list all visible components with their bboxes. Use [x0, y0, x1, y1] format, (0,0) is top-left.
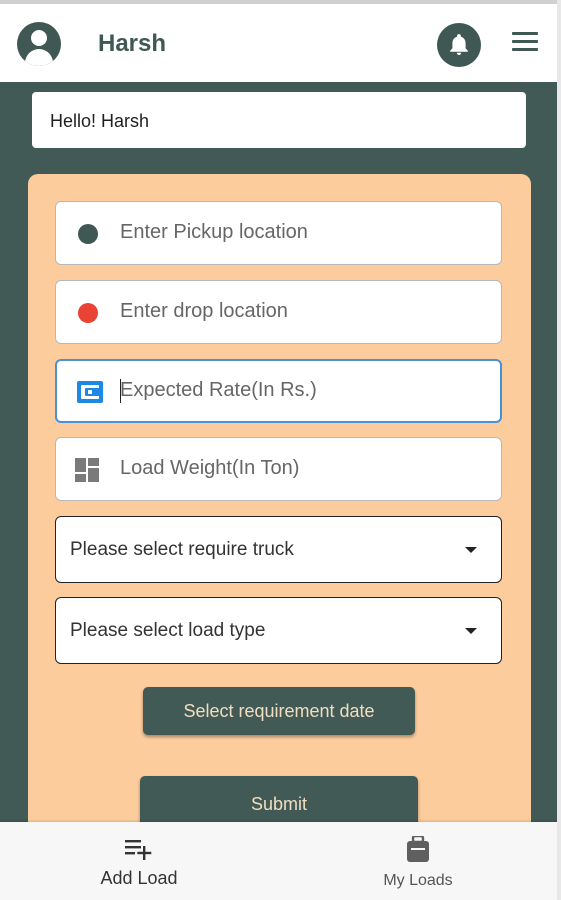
bottom-navigation: Add Load My Loads [0, 822, 557, 900]
username: Harsh [98, 30, 167, 57]
drop-location-field[interactable]: Enter drop location [55, 280, 502, 344]
dashboard-weight-icon [75, 458, 99, 482]
dropdown-arrow-icon [465, 547, 477, 553]
pickup-location-field[interactable]: Enter Pickup location [55, 201, 502, 265]
screen-edge [557, 0, 561, 900]
truck-select-value: Please select require truck [70, 539, 294, 560]
dropdown-arrow-icon [465, 628, 477, 634]
load-type-select-value: Please select load type [70, 620, 266, 641]
expected-rate-field[interactable]: Expected Rate(In Rs.) [55, 359, 502, 423]
account-circle-icon[interactable] [17, 22, 61, 66]
app-screen: Harsh Hello! Harsh Enter Pickup location… [0, 0, 561, 900]
weight-placeholder: Load Weight(In Ton) [120, 457, 300, 479]
playlist-add-icon [125, 840, 152, 860]
bell-glyph [450, 34, 468, 55]
nav-my-loads[interactable]: My Loads [318, 822, 518, 900]
wallet-icon [77, 381, 103, 403]
luggage-icon [407, 836, 429, 862]
greeting-text: Hello! Harsh [50, 111, 150, 131]
load-type-select[interactable]: Please select load type [55, 597, 502, 664]
select-date-button[interactable]: Select requirement date [143, 687, 415, 735]
avatar-body [25, 49, 53, 66]
menu-line [512, 32, 538, 35]
menu-line [512, 48, 538, 51]
hamburger-menu-icon[interactable] [512, 32, 538, 54]
nav-add-load[interactable]: Add Load [39, 822, 239, 900]
app-header: Harsh [0, 4, 557, 82]
greeting-banner: Hello! Harsh [32, 92, 526, 148]
avatar-head [31, 30, 47, 46]
notification-bell-icon[interactable] [437, 23, 481, 67]
pickup-dot-icon [78, 224, 98, 244]
drop-placeholder: Enter drop location [120, 300, 288, 322]
load-weight-field[interactable]: Load Weight(In Ton) [55, 437, 502, 501]
truck-type-select[interactable]: Please select require truck [55, 516, 502, 583]
pickup-placeholder: Enter Pickup location [120, 221, 308, 243]
drop-dot-icon [78, 303, 98, 323]
nav-add-load-label: Add Load [100, 868, 178, 888]
nav-my-loads-label: My Loads [383, 872, 453, 889]
rate-placeholder: Expected Rate(In Rs.) [120, 379, 317, 401]
menu-line [512, 40, 538, 43]
